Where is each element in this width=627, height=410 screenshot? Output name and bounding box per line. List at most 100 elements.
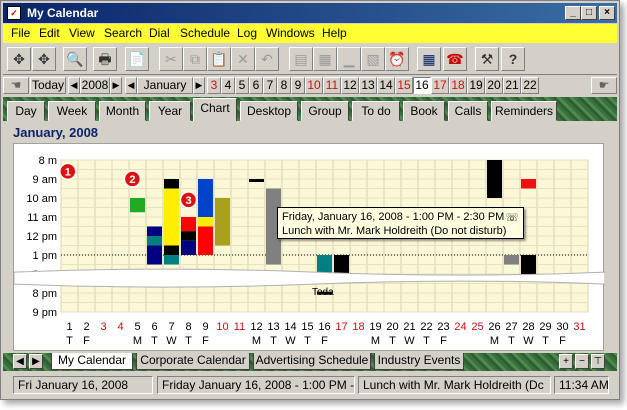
day-cell[interactable]: 14 xyxy=(377,77,395,94)
day-cell[interactable]: 7 xyxy=(263,77,277,94)
menu-schedule[interactable]: Schedule xyxy=(180,26,230,40)
tab-week[interactable]: Week xyxy=(48,101,96,121)
day-cell[interactable]: 15 xyxy=(395,77,413,94)
event-bar[interactable] xyxy=(130,198,145,213)
note-icon[interactable]: ▧ xyxy=(361,47,385,71)
scroll-left-icon[interactable]: ◀ xyxy=(13,354,27,369)
calendar-icon[interactable]: ▦ xyxy=(417,47,441,71)
event-bar[interactable] xyxy=(504,255,519,265)
back-hand-icon[interactable]: ☚ xyxy=(3,77,29,94)
month-field[interactable]: January xyxy=(137,77,193,94)
cut-icon[interactable]: ✂ xyxy=(159,47,183,71)
today-button[interactable]: Today xyxy=(30,77,66,94)
day-cell[interactable]: 20 xyxy=(485,77,503,94)
event-bar[interactable] xyxy=(147,236,162,246)
event-bar[interactable] xyxy=(198,179,213,189)
menu-windows[interactable]: Windows xyxy=(266,26,315,40)
year-field[interactable]: 2008 xyxy=(80,77,110,94)
event-bar[interactable] xyxy=(164,255,179,265)
pin-tab-icon[interactable]: ⊤ xyxy=(591,354,605,369)
help-icon[interactable]: ? xyxy=(501,47,525,71)
print-icon[interactable]: 🖶 xyxy=(93,47,117,71)
menu-view[interactable]: View xyxy=(69,26,95,40)
prev-month-icon[interactable]: ◀ xyxy=(125,77,137,94)
maximize-button[interactable]: □ xyxy=(581,6,597,20)
event-bar[interactable] xyxy=(249,179,264,182)
menu-edit[interactable]: Edit xyxy=(39,26,60,40)
phone-icon[interactable]: ☎ xyxy=(443,47,467,71)
paste-icon[interactable]: 📋 xyxy=(207,47,231,71)
event-bar[interactable] xyxy=(181,217,196,232)
add-tab-icon[interactable]: + xyxy=(559,354,573,369)
event-bar[interactable] xyxy=(164,188,179,246)
day-cell[interactable]: 19 xyxy=(467,77,485,94)
print-preview-icon[interactable]: 📄 xyxy=(125,47,149,71)
next-month-icon[interactable]: ▶ xyxy=(193,77,205,94)
tab-calls[interactable]: Calls xyxy=(448,101,488,121)
menu-dial[interactable]: Dial xyxy=(149,26,170,40)
day-cell[interactable]: 3 xyxy=(207,77,221,94)
tab-day[interactable]: Day xyxy=(7,101,45,121)
tab-reminders[interactable]: Reminders xyxy=(491,101,557,121)
close-button[interactable]: × xyxy=(599,6,615,20)
day-cell[interactable]: 10 xyxy=(305,77,323,94)
event-bar[interactable] xyxy=(521,255,536,276)
day-cell[interactable]: 9 xyxy=(291,77,305,94)
day-cell[interactable]: 12 xyxy=(341,77,359,94)
tab-book[interactable]: Book xyxy=(403,101,445,121)
day-cell[interactable]: 6 xyxy=(249,77,263,94)
tab-month[interactable]: Month xyxy=(99,101,146,121)
day-cell[interactable]: 22 xyxy=(521,77,539,94)
insert-form-icon[interactable]: ▦ xyxy=(313,47,337,71)
event-bar[interactable] xyxy=(487,160,502,198)
day-cell[interactable]: 8 xyxy=(277,77,291,94)
move-icon[interactable]: ✥ xyxy=(7,47,31,71)
copy-icon[interactable]: ⧉ xyxy=(183,47,207,71)
day-cell[interactable]: 18 xyxy=(449,77,467,94)
event-bar[interactable] xyxy=(521,179,536,189)
menu-file[interactable]: File xyxy=(11,26,30,40)
tab-todo[interactable]: To do xyxy=(352,101,400,121)
day-cell[interactable]: 4 xyxy=(221,77,235,94)
event-bar[interactable] xyxy=(198,188,213,218)
menu-log[interactable]: Log xyxy=(237,26,257,40)
tab-desktop[interactable]: Desktop xyxy=(240,101,298,121)
event-bar[interactable] xyxy=(198,226,213,256)
day-cell[interactable]: 17 xyxy=(431,77,449,94)
alarm-icon[interactable]: ⏰ xyxy=(385,47,409,71)
chart-panel[interactable]: 8 m9 am10 am11 am12 pm1 pm2 pm8 pm9 pm12… xyxy=(13,143,605,352)
menu-help[interactable]: Help xyxy=(322,26,347,40)
event-bar[interactable] xyxy=(334,255,349,276)
remove-tab-icon[interactable]: − xyxy=(575,354,589,369)
tab-year[interactable]: Year xyxy=(149,101,191,121)
day-cell[interactable]: 13 xyxy=(359,77,377,94)
day-cell[interactable]: 5 xyxy=(235,77,249,94)
menu-search[interactable]: Search xyxy=(104,26,142,40)
event-bar[interactable] xyxy=(215,198,230,246)
title-bar[interactable]: ✓ My Calendar _ □ × xyxy=(3,3,617,23)
tab-group[interactable]: Group xyxy=(301,101,349,121)
event-bar[interactable] xyxy=(181,240,196,255)
tab-corporate-calendar[interactable]: Corporate Calendar xyxy=(136,353,250,370)
tab-chart[interactable]: Chart xyxy=(193,98,237,121)
scroll-right-icon[interactable]: ▶ xyxy=(29,354,43,369)
prev-year-icon[interactable]: ◀ xyxy=(68,77,80,94)
insert-icon[interactable]: ▤ xyxy=(289,47,313,71)
tools-icon[interactable]: ⚒ xyxy=(475,47,499,71)
search-icon[interactable]: 🔍 xyxy=(63,47,87,71)
undo-icon[interactable]: ↶ xyxy=(255,47,279,71)
stamp-icon[interactable]: ▁ xyxy=(337,47,361,71)
next-year-icon[interactable]: ▶ xyxy=(110,77,122,94)
gantt-chart[interactable]: 8 m9 am10 am11 am12 pm1 pm2 pm8 pm9 pm12… xyxy=(14,144,605,352)
minimize-button[interactable]: _ xyxy=(565,6,581,20)
tab-advertising-schedule[interactable]: Advertising Schedule xyxy=(253,353,371,370)
tab-my-calendar[interactable]: My Calendar xyxy=(51,353,133,370)
event-bar[interactable] xyxy=(198,217,213,227)
forward-hand-icon[interactable]: ☛ xyxy=(591,77,617,94)
day-cell[interactable]: 16 xyxy=(413,77,431,94)
tab-industry-events[interactable]: Industry Events xyxy=(374,353,464,370)
delete-icon[interactable]: ✕ xyxy=(231,47,255,71)
event-bar[interactable] xyxy=(181,231,196,241)
day-cell[interactable]: 21 xyxy=(503,77,521,94)
day-cell[interactable]: 11 xyxy=(323,77,341,94)
